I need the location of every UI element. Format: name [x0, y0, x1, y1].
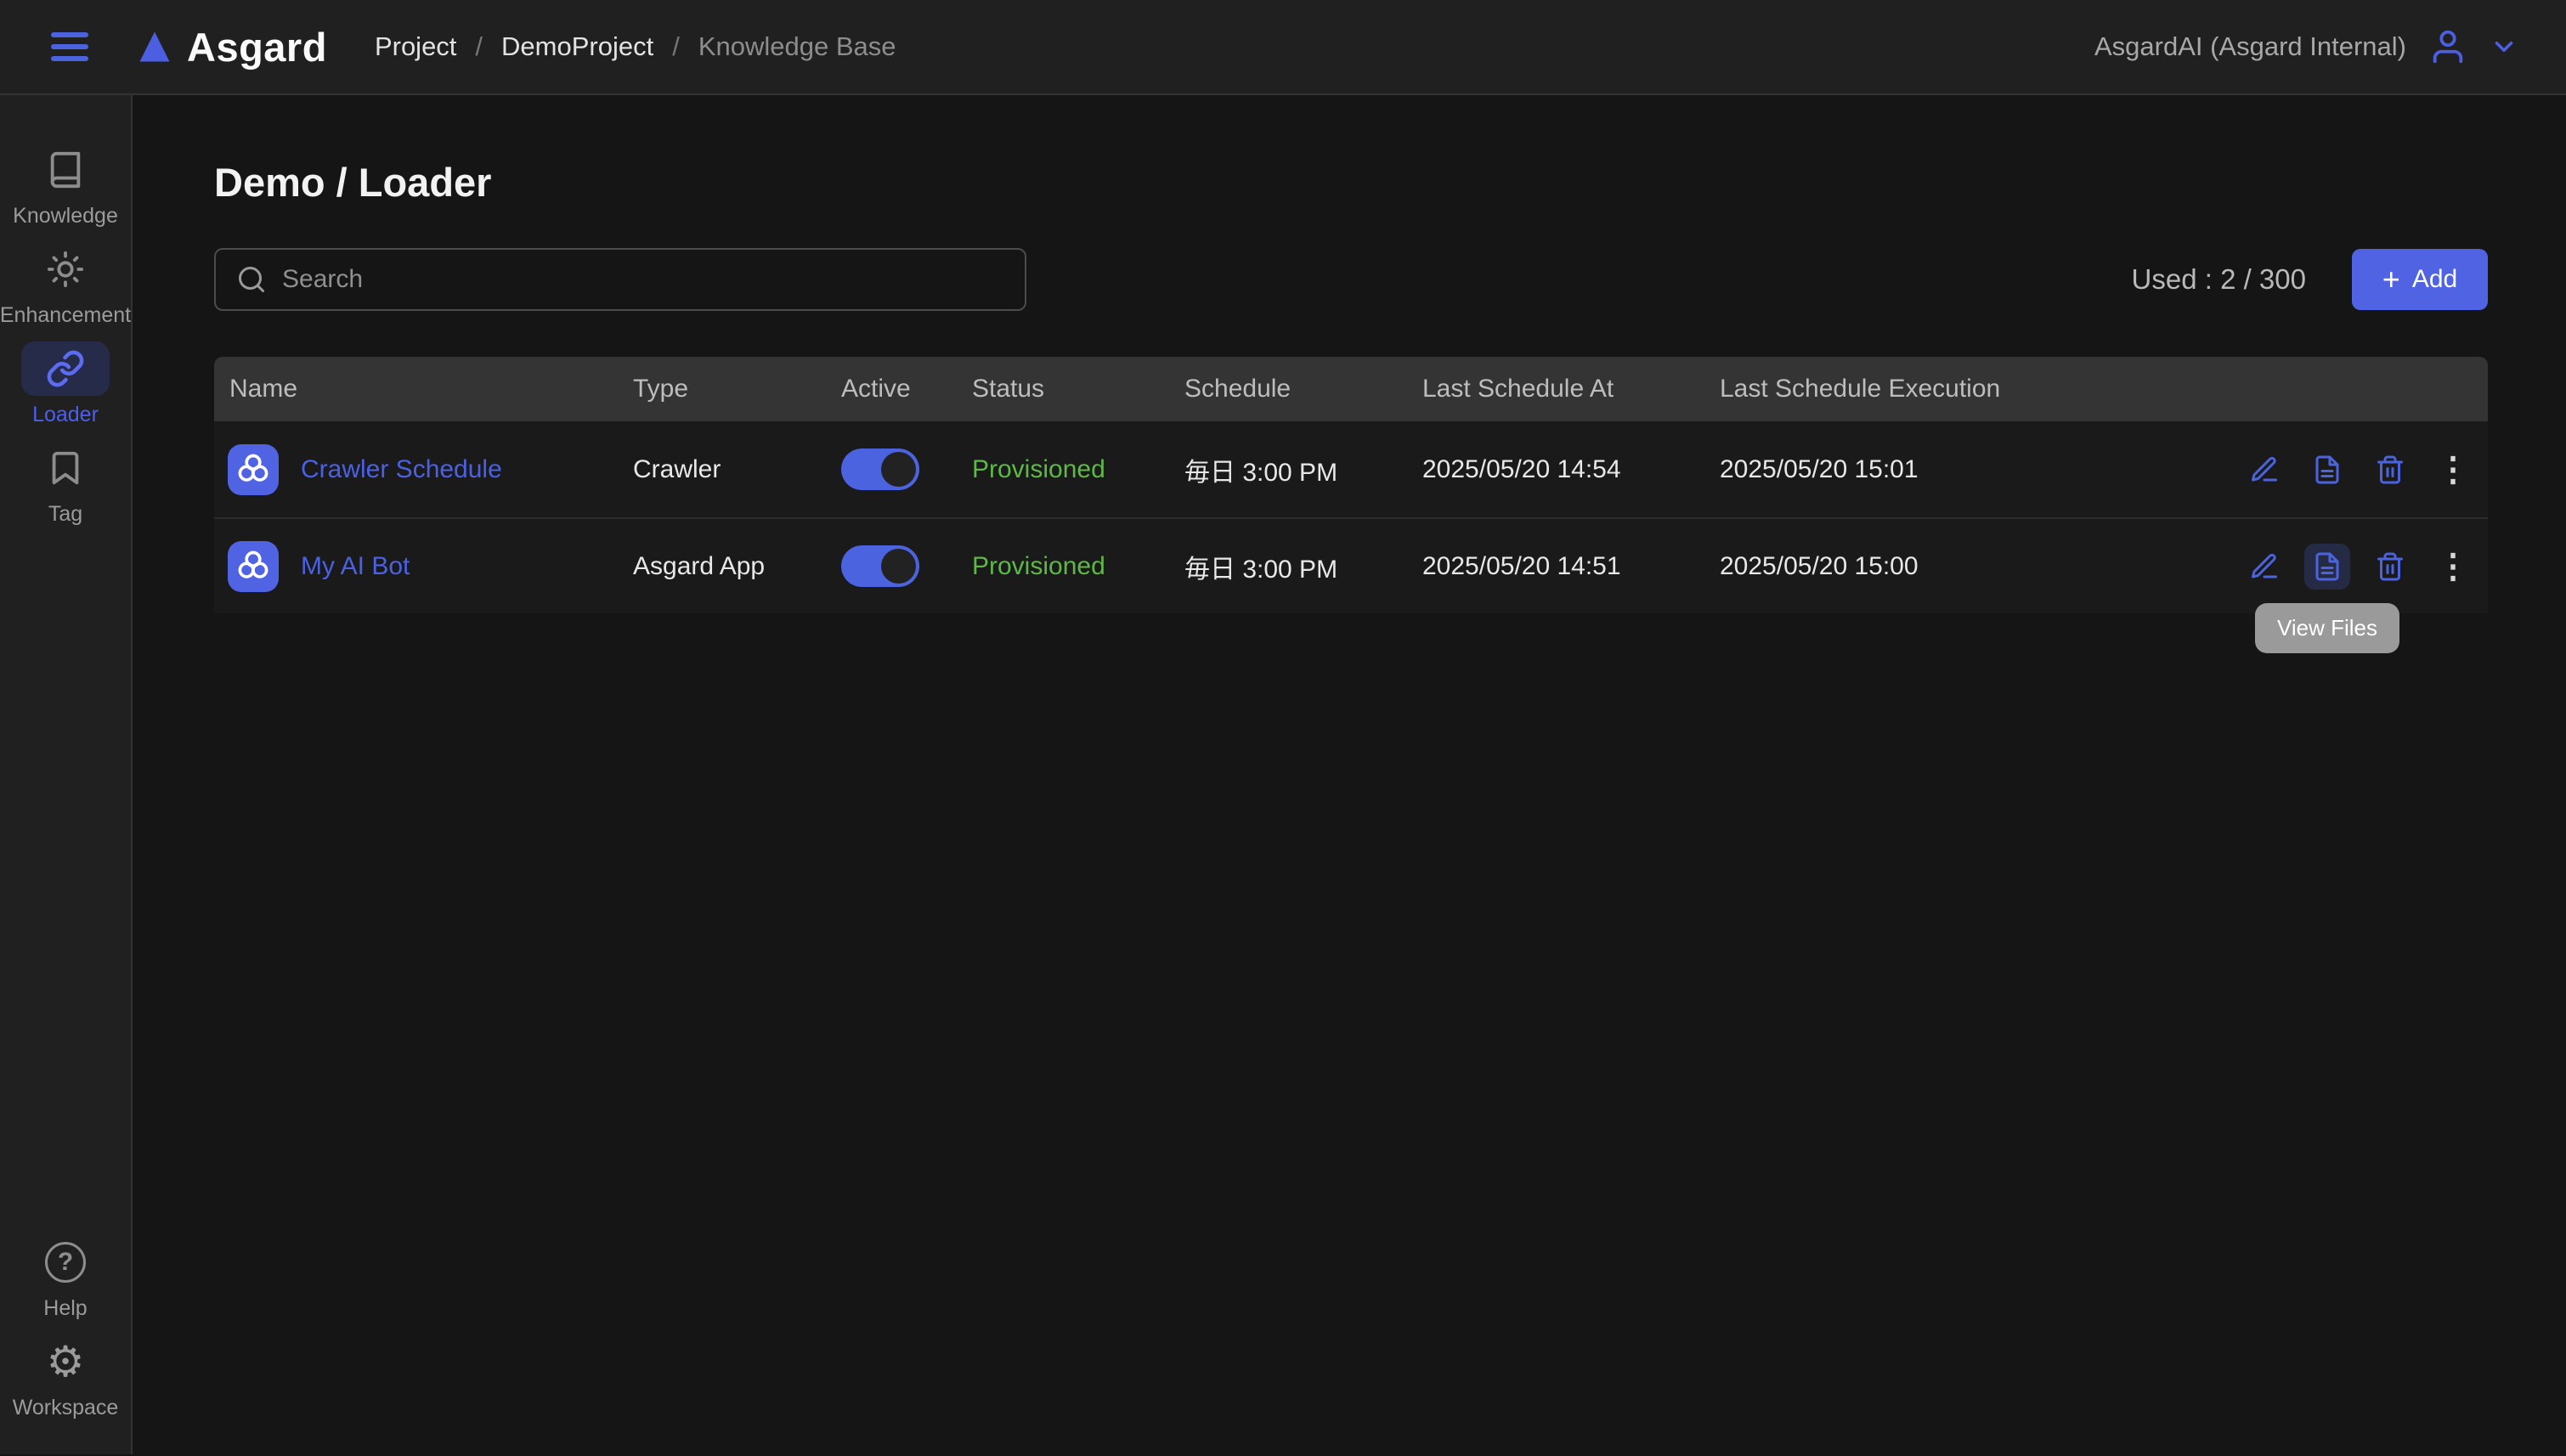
sidebar-item-label: Help: [43, 1296, 87, 1321]
kebab-menu-icon: ⋮: [2436, 550, 2470, 584]
col-header-last-schedule-execution: Last Schedule Execution: [1720, 375, 2241, 404]
kebab-menu-icon: ⋮: [2436, 453, 2470, 487]
sidebar-item-enhancement[interactable]: Enhancement: [0, 242, 131, 328]
user-icon[interactable]: [2428, 27, 2467, 66]
file-icon: [2312, 454, 2343, 485]
brand[interactable]: Asgard: [138, 24, 327, 71]
asgard-logo-triangle-icon: [138, 28, 172, 65]
gear-icon: ⚙: [47, 1340, 85, 1383]
delete-button[interactable]: [2367, 544, 2413, 590]
usage-counter: Used : 2 / 300: [2132, 263, 2306, 296]
more-options-button[interactable]: ⋮: [2430, 447, 2476, 493]
sidebar-item-loader[interactable]: Loader: [21, 341, 110, 427]
row-last-schedule-execution: 2025/05/20 15:00: [1720, 552, 2241, 581]
search-box: [214, 248, 1026, 311]
brand-name: Asgard: [187, 24, 327, 71]
sidebar-item-label: Knowledge: [13, 204, 118, 229]
sidebar-item-help[interactable]: ? Help: [21, 1235, 110, 1321]
loader-table: Name Type Active Status Schedule Last Sc…: [214, 357, 2488, 613]
col-header-name: Name: [214, 375, 633, 404]
main-content: Demo / Loader Used : 2 / 300 + Add Name …: [133, 95, 2566, 1454]
breadcrumb-separator: /: [672, 31, 680, 62]
table-row: My AI Bot Asgard App Provisioned 毎日 3:00…: [214, 517, 2488, 613]
row-type: Crawler: [633, 455, 841, 484]
edit-button[interactable]: [2241, 544, 2287, 590]
plus-icon: +: [2382, 264, 2400, 295]
sidebar-item-tag[interactable]: Tag: [21, 441, 110, 527]
sidebar-item-label: Tag: [48, 502, 82, 527]
sidebar-item-workspace[interactable]: ⚙ Workspace: [13, 1335, 119, 1420]
trefoil-knot-icon: [235, 451, 272, 488]
active-toggle[interactable]: [841, 545, 919, 587]
book-icon: [46, 150, 85, 189]
chevron-down-icon[interactable]: [2490, 32, 2518, 61]
more-options-button[interactable]: ⋮: [2430, 544, 2476, 590]
breadcrumb-knowledge-base: Knowledge Base: [698, 31, 896, 62]
trash-icon: [2375, 551, 2405, 582]
sun-icon: [46, 250, 85, 289]
row-schedule: 毎日 3:00 PM: [1184, 548, 1422, 585]
search-icon: [236, 264, 267, 295]
trefoil-knot-icon: [235, 548, 272, 585]
loader-app-icon: [228, 541, 279, 592]
row-last-schedule-at: 2025/05/20 14:54: [1422, 455, 1720, 484]
edit-button[interactable]: [2241, 447, 2287, 493]
table-header: Name Type Active Status Schedule Last Sc…: [214, 357, 2488, 421]
row-schedule: 毎日 3:00 PM: [1184, 451, 1422, 488]
loader-app-icon: [228, 444, 279, 495]
breadcrumb-project[interactable]: Project: [375, 31, 456, 62]
active-toggle[interactable]: [841, 449, 919, 490]
row-name-link[interactable]: Crawler Schedule: [301, 455, 502, 484]
view-files-button[interactable]: View Files: [2304, 544, 2350, 590]
col-header-active: Active: [841, 375, 972, 404]
page-title: Demo / Loader: [214, 160, 2488, 206]
sidebar-item-knowledge[interactable]: Knowledge: [13, 143, 118, 229]
sidebar-item-label: Loader: [32, 403, 99, 427]
row-last-schedule-at: 2025/05/20 14:51: [1422, 552, 1720, 581]
status-badge: Provisioned: [972, 455, 1184, 484]
col-header-last-schedule-at: Last Schedule At: [1422, 375, 1720, 404]
search-input[interactable]: [282, 265, 1004, 294]
account-name: AsgardAI (Asgard Internal): [2094, 31, 2406, 62]
topbar: Asgard Project / DemoProject / Knowledge…: [0, 0, 2566, 95]
file-icon: [2312, 551, 2343, 582]
view-files-tooltip: View Files: [2255, 603, 2399, 653]
row-type: Asgard App: [633, 552, 841, 581]
pencil-icon: [2249, 454, 2280, 485]
breadcrumb-demoproject[interactable]: DemoProject: [501, 31, 653, 62]
add-button-label: Add: [2412, 265, 2457, 294]
add-button[interactable]: + Add: [2352, 249, 2488, 310]
sidebar-item-label: Workspace: [13, 1396, 119, 1420]
delete-button[interactable]: [2367, 447, 2413, 493]
breadcrumb-separator: /: [475, 31, 483, 62]
bookmark-icon: [46, 449, 85, 488]
status-badge: Provisioned: [972, 552, 1184, 581]
pencil-icon: [2249, 551, 2280, 582]
col-header-type: Type: [633, 375, 841, 404]
trash-icon: [2375, 454, 2405, 485]
row-name-link[interactable]: My AI Bot: [301, 552, 410, 581]
view-files-button[interactable]: [2304, 447, 2350, 493]
sidebar-item-label: Enhancement: [0, 303, 131, 328]
menu-icon[interactable]: [51, 32, 88, 61]
col-header-schedule: Schedule: [1184, 375, 1422, 404]
link-icon: [46, 349, 85, 388]
row-last-schedule-execution: 2025/05/20 15:01: [1720, 455, 2241, 484]
table-row: Crawler Schedule Crawler Provisioned 毎日 …: [214, 421, 2488, 517]
breadcrumb: Project / DemoProject / Knowledge Base: [375, 31, 896, 62]
sidebar: Knowledge Enhancement Loa: [0, 95, 133, 1454]
help-icon: ?: [45, 1242, 86, 1283]
col-header-status: Status: [972, 375, 1184, 404]
